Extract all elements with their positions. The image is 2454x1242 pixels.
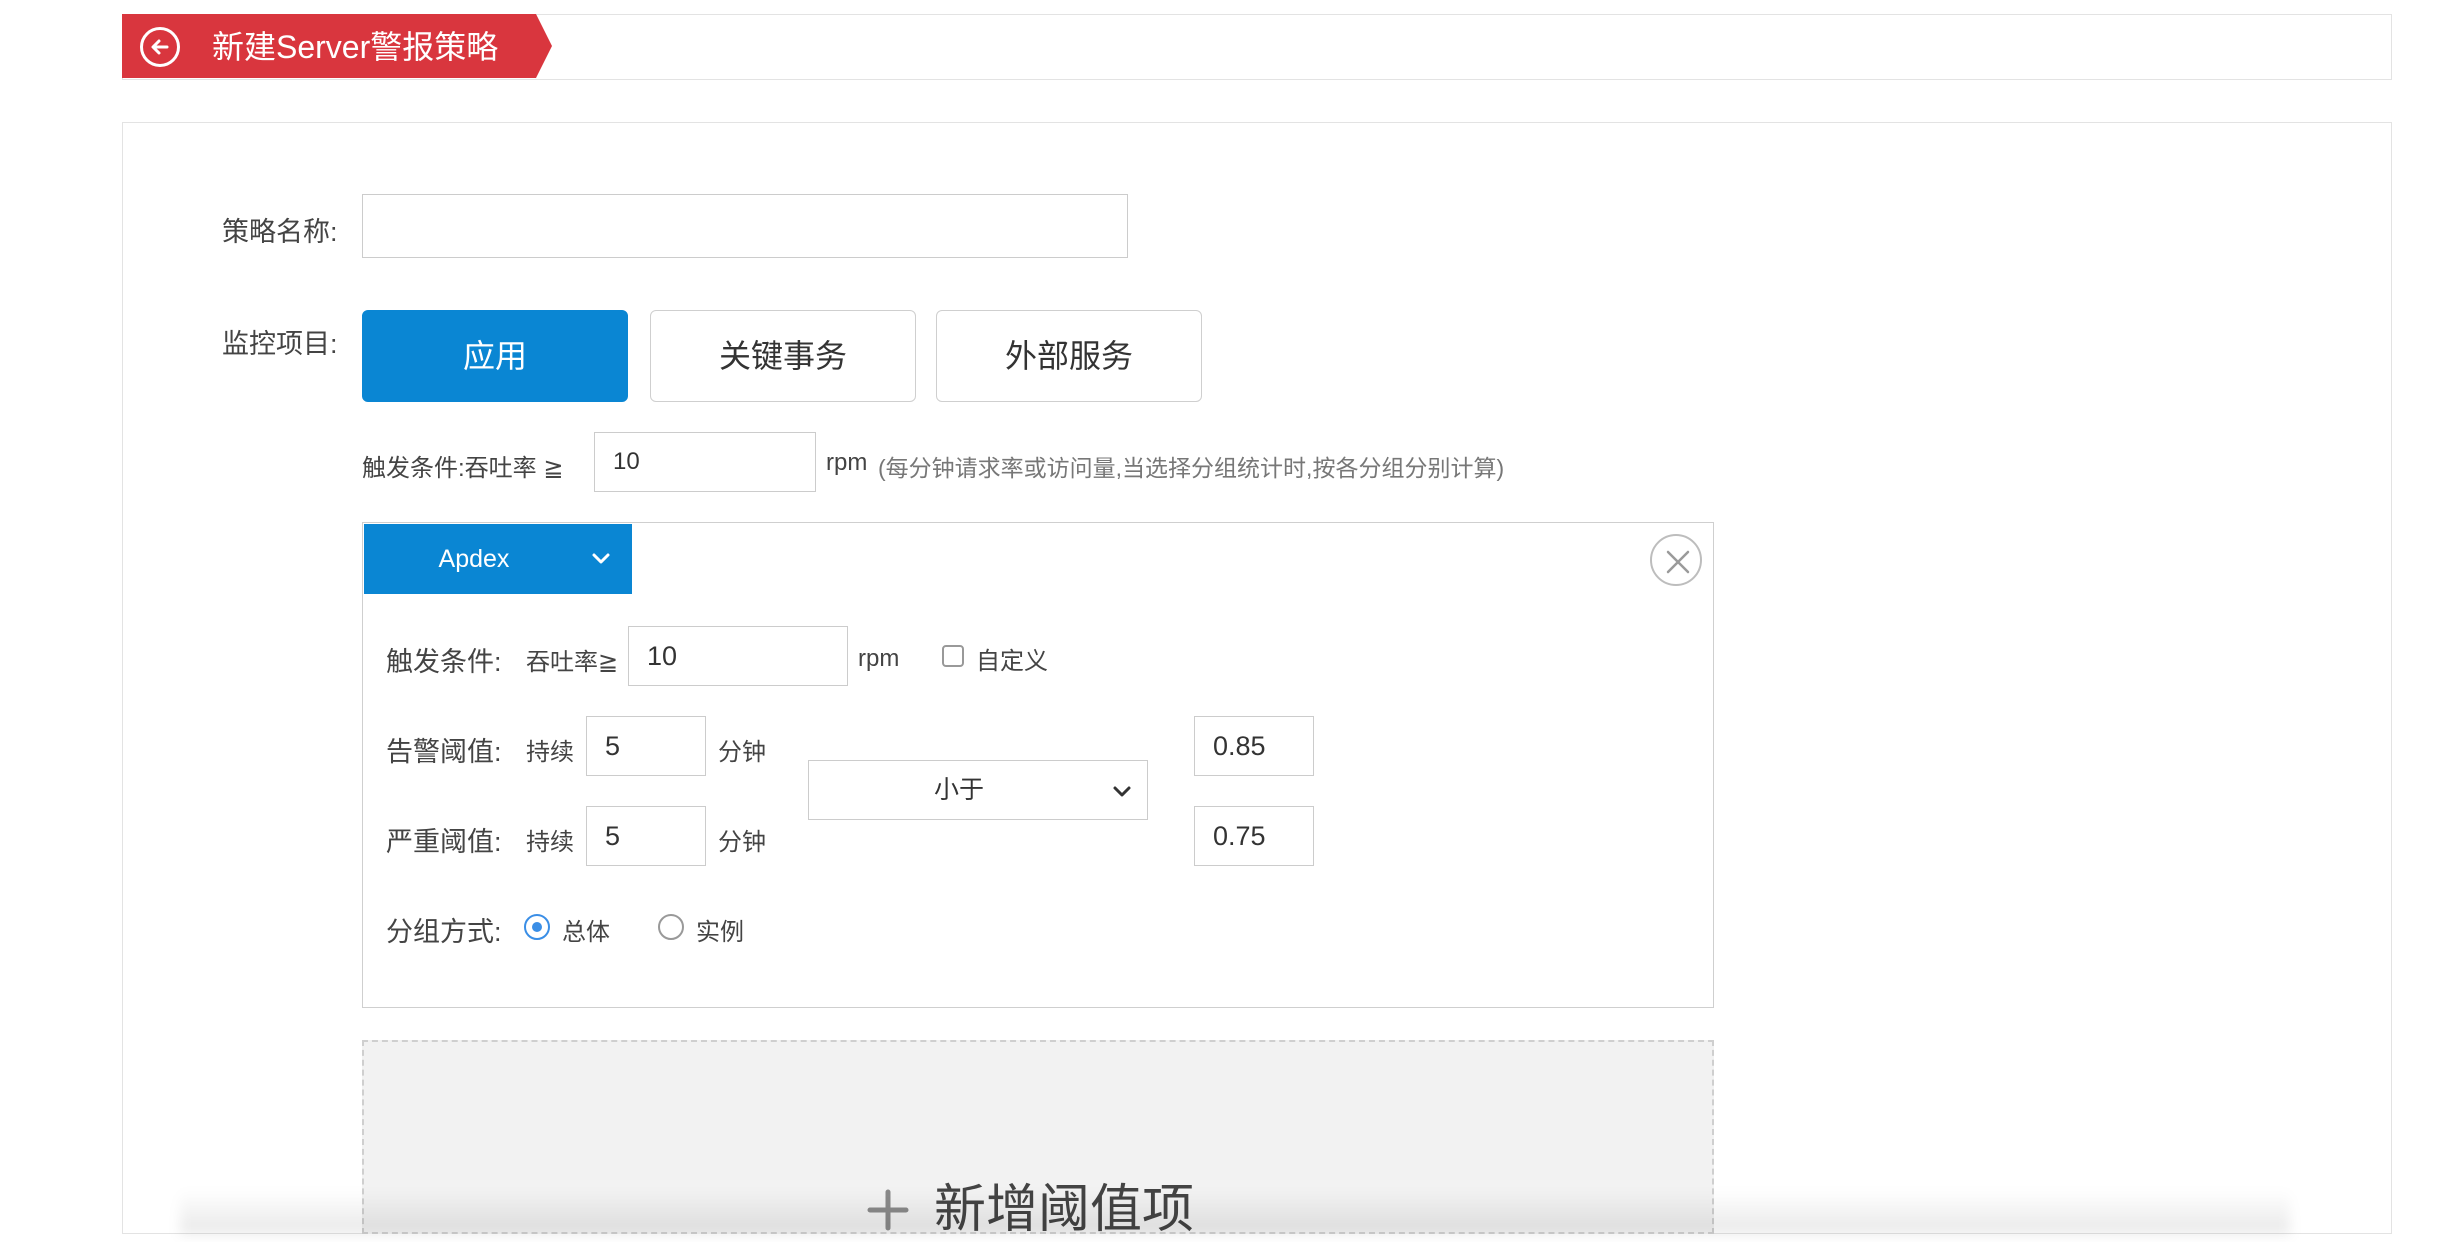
trigger-label: 触发条件:吞吐率 ≧ xyxy=(362,455,564,482)
trigger-throughput-input[interactable] xyxy=(594,432,816,492)
warning-duration-unit: 分钟 xyxy=(718,739,766,766)
monitor-label: 监控项目: xyxy=(222,329,338,359)
group-radio-total[interactable] xyxy=(524,914,550,940)
trigger-unit: rpm xyxy=(826,449,868,476)
warning-threshold-input[interactable] xyxy=(1194,716,1314,776)
rule-type-select[interactable]: Apdex xyxy=(364,524,632,594)
page-title: 新建Server警报策略 xyxy=(212,29,499,65)
group-option-total-label: 总体 xyxy=(562,919,610,946)
rule-trigger-label: 触发条件: xyxy=(386,647,502,677)
critical-duration-label: 持续 xyxy=(526,829,574,856)
arrow-left-circle-icon[interactable] xyxy=(140,27,180,67)
custom-label: 自定义 xyxy=(976,648,1048,675)
monitor-option-key-transaction[interactable]: 关键事务 xyxy=(650,310,916,402)
monitor-option-app[interactable]: 应用 xyxy=(362,310,628,402)
warning-duration-input[interactable] xyxy=(586,716,706,776)
critical-threshold-label: 严重阈值: xyxy=(386,827,502,857)
policy-name-label: 策略名称: xyxy=(222,217,338,247)
group-radio-instance[interactable] xyxy=(658,914,684,940)
rule-type-value: Apdex xyxy=(438,545,510,573)
rule-trigger-sub-label: 吞吐率≧ xyxy=(526,649,619,676)
warning-duration-label: 持续 xyxy=(526,739,574,766)
trigger-hint: (每分钟请求率或访问量,当选择分组统计时,按各分组分别计算) xyxy=(878,455,1505,481)
plus-icon xyxy=(867,1189,909,1231)
group-option-instance-label: 实例 xyxy=(696,919,744,946)
chevron-down-icon xyxy=(592,553,610,564)
custom-checkbox[interactable] xyxy=(942,645,964,667)
warning-threshold-label: 告警阈值: xyxy=(386,737,502,767)
comparator-value: 小于 xyxy=(933,776,984,804)
policy-name-input[interactable] xyxy=(362,194,1128,258)
monitor-option-external-service[interactable]: 外部服务 xyxy=(936,310,1202,402)
chevron-down-icon xyxy=(1113,786,1131,797)
add-threshold-label[interactable]: 新增阈值项 xyxy=(934,1178,1194,1242)
rule-trigger-input[interactable] xyxy=(628,626,848,686)
critical-duration-unit: 分钟 xyxy=(718,829,766,856)
critical-threshold-input[interactable] xyxy=(1194,806,1314,866)
rule-trigger-unit: rpm xyxy=(858,645,900,672)
comparator-select[interactable]: 小于 xyxy=(808,760,1148,820)
critical-duration-input[interactable] xyxy=(586,806,706,866)
close-circle-icon[interactable] xyxy=(1650,534,1702,586)
group-label: 分组方式: xyxy=(386,917,502,947)
